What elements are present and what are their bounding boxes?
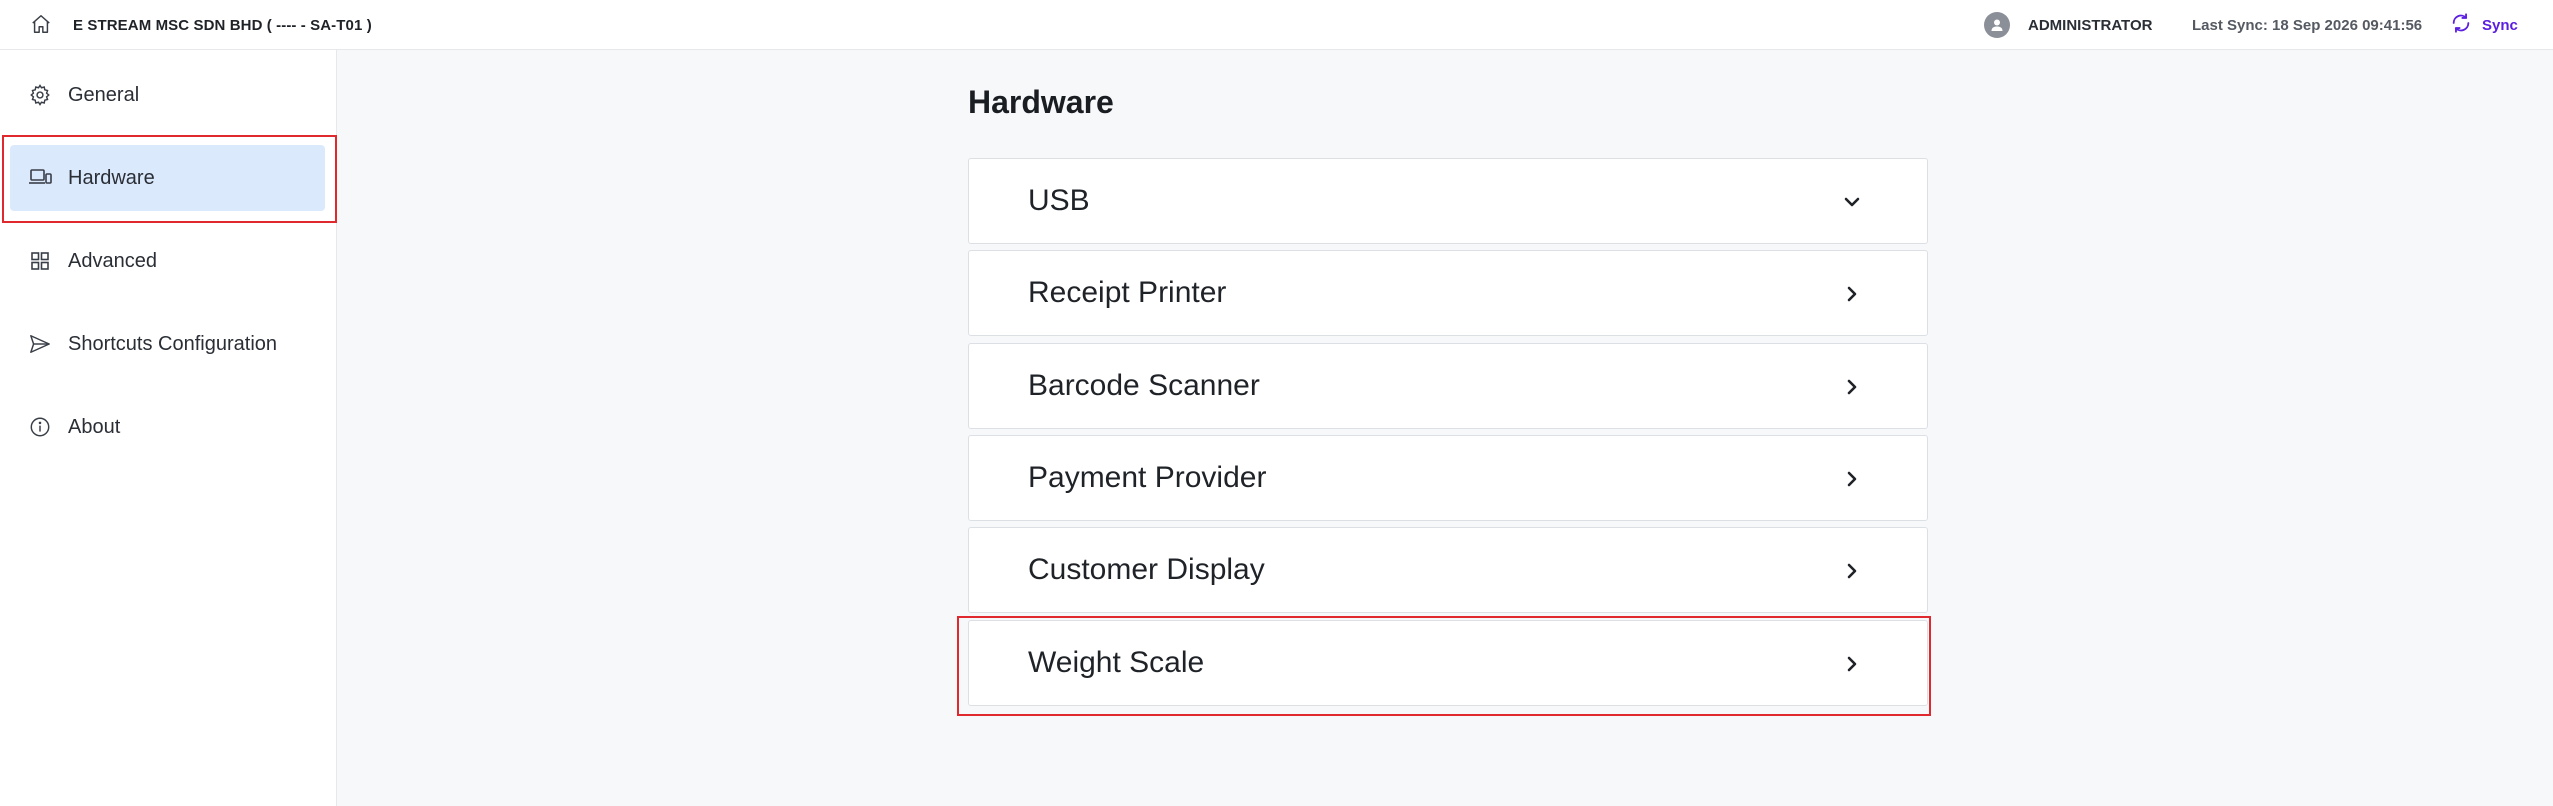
company-title: E STREAM MSC SDN BHD ( ---- - SA-T01 ) [73,16,372,34]
section-label: Weight Scale [1028,646,1205,679]
gear-icon [28,83,52,107]
sync-label: Sync [2482,16,2518,34]
section-usb[interactable]: USB [968,158,1928,244]
send-icon [28,332,52,356]
info-icon [28,415,52,439]
user-avatar-icon [1984,12,2010,38]
sidebar-item-label: About [68,415,121,438]
sidebar-item-advanced[interactable]: Advanced [10,228,325,294]
user-info: ADMINISTRATOR [1984,0,2152,50]
chevron-right-icon [1836,648,1868,680]
page-title: Hardware [968,84,1114,120]
section-label: Customer Display [1028,553,1265,586]
sidebar-item-general[interactable]: General [10,62,325,128]
chevron-right-icon [1836,463,1868,495]
top-bar: E STREAM MSC SDN BHD ( ---- - SA-T01 ) A… [0,0,2553,50]
grid-icon [28,249,52,273]
section-label: Receipt Printer [1028,276,1227,309]
section-payment-provider[interactable]: Payment Provider [968,435,1928,521]
section-barcode-scanner[interactable]: Barcode Scanner [968,343,1928,429]
section-receipt-printer[interactable]: Receipt Printer [968,250,1928,336]
section-label: USB [1028,184,1090,217]
sidebar-item-label: Shortcuts Configuration [68,332,278,355]
sidebar-item-label: Hardware [68,166,155,189]
last-sync-text: Last Sync: 18 Sep 2026 09:41:56 [2192,16,2423,34]
sidebar-item-hardware[interactable]: Hardware [10,145,325,211]
sync-icon [2450,12,2472,39]
sidebar-item-shortcuts-configuration[interactable]: Shortcuts Configuration [10,311,325,377]
chevron-right-icon [1836,555,1868,587]
sidebar-item-label: Advanced [68,249,157,272]
chevron-right-icon [1836,278,1868,310]
sidebar: General Hardware Advanced Shortcuts Conf… [0,50,337,806]
sidebar-item-label: General [68,83,140,106]
section-weight-scale[interactable]: Weight Scale [968,620,1928,706]
section-customer-display[interactable]: Customer Display [968,527,1928,613]
username: ADMINISTRATOR [2028,16,2153,34]
main-content: Hardware USB Receipt Printer Barcode Sca… [337,50,2553,806]
section-label: Barcode Scanner [1028,369,1260,402]
home-icon [30,13,52,40]
sync-button[interactable]: Sync [2450,0,2518,50]
chevron-right-icon [1836,371,1868,403]
devices-icon [28,166,52,190]
section-label: Payment Provider [1028,461,1267,494]
sidebar-item-about[interactable]: About [10,394,325,460]
home-button[interactable] [28,13,54,39]
chevron-down-icon [1836,186,1868,218]
